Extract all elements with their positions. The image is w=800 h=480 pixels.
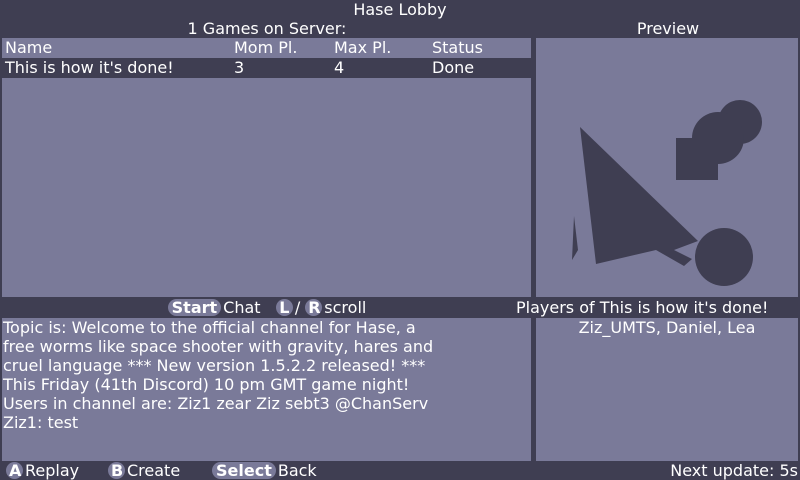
a-button[interactable]: A: [6, 462, 23, 479]
game-name: This is how it's done!: [5, 58, 174, 77]
map-preview-image: [572, 100, 762, 286]
players-label: Players of This is how it's done!: [516, 298, 769, 317]
chat-line: This Friday (41th Discord) 10 pm GMT gam…: [3, 375, 410, 394]
game-max-players: 4: [334, 58, 345, 77]
r-button[interactable]: R: [305, 299, 323, 316]
replay-control[interactable]: A Replay: [6, 461, 79, 480]
l-button[interactable]: L: [275, 299, 293, 316]
column-max-players-header: Max Pl.: [334, 38, 392, 57]
create-control[interactable]: B Create: [108, 461, 180, 480]
create-label: Create: [127, 461, 181, 480]
scroll-label: scroll: [324, 298, 367, 317]
b-button[interactable]: B: [108, 462, 125, 479]
chat-label: Chat: [223, 298, 261, 317]
players-names: Ziz_UMTS, Daniel, Lea: [578, 318, 756, 337]
window-title: Hase Lobby: [353, 0, 447, 19]
chat-line: Users in channel are: Ziz1 zear Ziz sebt…: [3, 394, 429, 413]
start-button[interactable]: Start: [167, 299, 222, 316]
column-status-header: Status: [432, 38, 483, 57]
games-count-label: 1 Games on Server:: [187, 19, 347, 38]
game-status: Done: [432, 58, 475, 77]
preview-label: Preview: [636, 19, 700, 38]
replay-label: Replay: [25, 461, 80, 480]
back-control[interactable]: Select Back: [212, 461, 317, 480]
chat-line: free worms like space shooter with gravi…: [3, 337, 434, 356]
next-update-label: Next update: 5s: [670, 461, 798, 480]
back-label: Back: [277, 461, 317, 480]
chat-controls-bar: Start Chat L / Rscroll: [0, 297, 534, 318]
chat-line: Ziz1: test: [3, 413, 79, 432]
chat-line: cruel language *** New version 1.5.2.2 r…: [3, 356, 426, 375]
game-mom-players: 3: [234, 58, 245, 77]
games-list[interactable]: Name Mom Pl. Max Pl. Status This is how …: [2, 38, 531, 297]
chat-line: Topic is: Welcome to the official channe…: [3, 318, 416, 337]
game-row-selected[interactable]: This is how it's done! 3 4 Done: [2, 58, 531, 78]
select-button[interactable]: Select: [212, 462, 276, 479]
footer-bar: A Replay B Create Select Back Next update: …: [0, 461, 800, 480]
column-mom-players-header: Mom Pl.: [234, 38, 298, 57]
chat-log[interactable]: Topic is: Welcome to the official channe…: [2, 318, 531, 461]
map-preview: [536, 38, 798, 297]
players-list: Ziz_UMTS, Daniel, Lea: [536, 318, 798, 461]
slash-separator: /: [294, 298, 301, 317]
games-table-header: Name Mom Pl. Max Pl. Status: [2, 38, 531, 58]
column-name-header: Name: [5, 38, 53, 57]
